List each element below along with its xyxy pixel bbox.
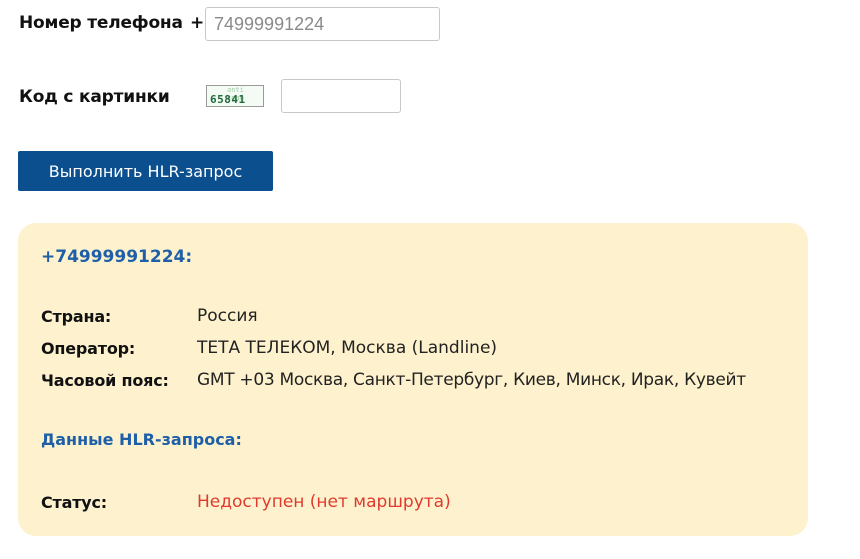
operator-label: Оператор:: [41, 339, 136, 358]
status-value: Недоступен (нет маршрута): [197, 492, 451, 512]
captcha-code-text: 65841: [210, 93, 246, 106]
captcha-label: Код с картинки: [19, 87, 170, 107]
phone-prefix: +: [190, 13, 205, 33]
operator-value: ТЕТА ТЕЛЕКОМ, Москва (Landline): [197, 338, 498, 358]
timezone-label: Часовой пояс:: [41, 371, 169, 390]
result-phone-heading: +74999991224:: [41, 247, 193, 267]
phone-number-label: Номер телефона: [19, 13, 183, 33]
country-label: Страна:: [41, 307, 112, 326]
country-value: Россия: [197, 306, 258, 326]
captcha-image: anti spam 65841: [206, 85, 264, 107]
phone-number-input[interactable]: [205, 7, 440, 41]
status-label: Статус:: [41, 493, 107, 512]
hlr-data-section-title: Данные HLR-запроса:: [41, 430, 242, 449]
captcha-input[interactable]: [281, 79, 401, 113]
hlr-request-button[interactable]: Выполнить HLR-запрос: [18, 151, 273, 191]
timezone-value: GMT +03 Москва, Санкт-Петербург, Киев, М…: [197, 370, 746, 390]
